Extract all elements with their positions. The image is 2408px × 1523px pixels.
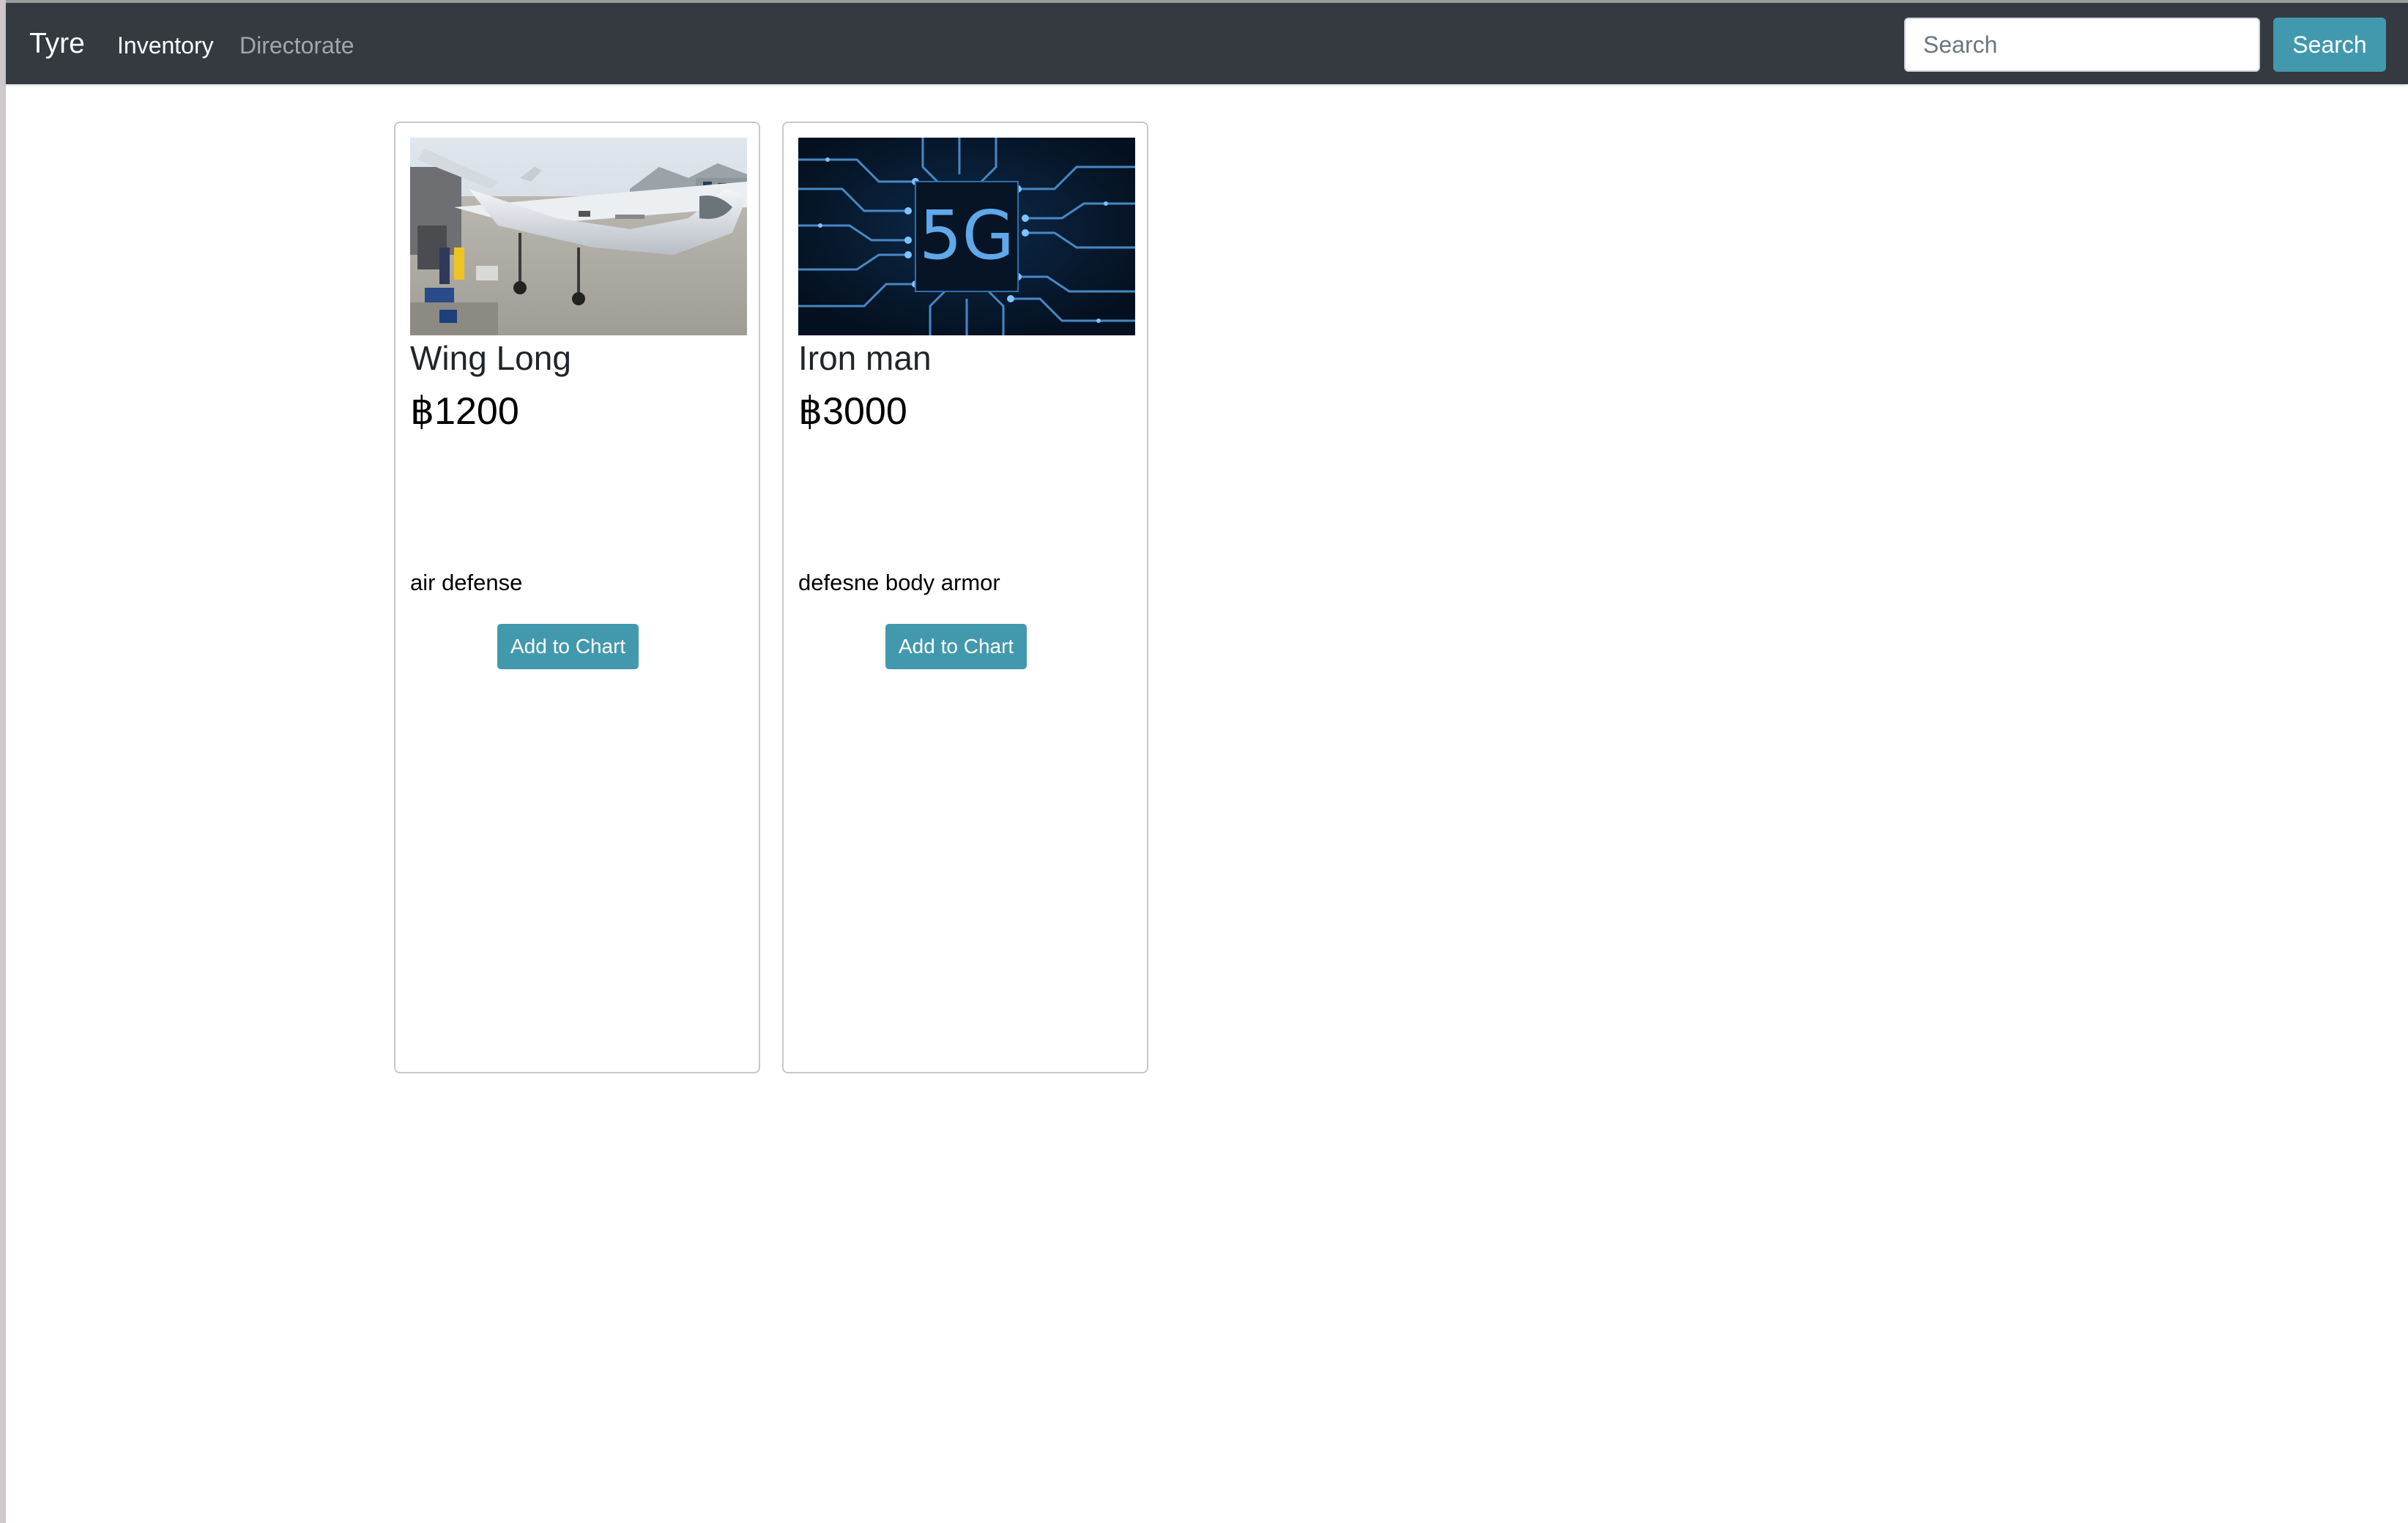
- nav-link-inventory[interactable]: Inventory: [117, 31, 214, 60]
- product-card: 5G Iron man ฿3000 defesne body armor Add…: [782, 122, 1148, 1073]
- product-name: Iron man: [798, 339, 932, 377]
- product-price: ฿3000: [798, 390, 907, 433]
- top-navbar: Tyre Inventory Directorate Search: [6, 3, 2408, 84]
- product-card: Wing Long ฿1200 air defense Add to Chart: [394, 122, 760, 1073]
- product-image-drone: [410, 138, 747, 335]
- product-description: air defense: [410, 570, 523, 595]
- product-price: ฿1200: [410, 390, 519, 433]
- navbar-brand[interactable]: Tyre: [29, 26, 85, 62]
- circuit-5g-text: 5G: [919, 196, 1014, 275]
- product-name: Wing Long: [410, 339, 571, 377]
- add-to-chart-button[interactable]: Add to Chart: [885, 624, 1028, 669]
- window-left-edge: [0, 0, 6, 1523]
- product-description: defesne body armor: [798, 570, 1000, 595]
- add-to-chart-button[interactable]: Add to Chart: [497, 624, 639, 669]
- product-image-circuit: 5G: [798, 138, 1135, 335]
- search-input[interactable]: [1904, 18, 2260, 72]
- nav-link-directorate[interactable]: Directorate: [239, 31, 354, 60]
- search-button[interactable]: Search: [2273, 18, 2386, 72]
